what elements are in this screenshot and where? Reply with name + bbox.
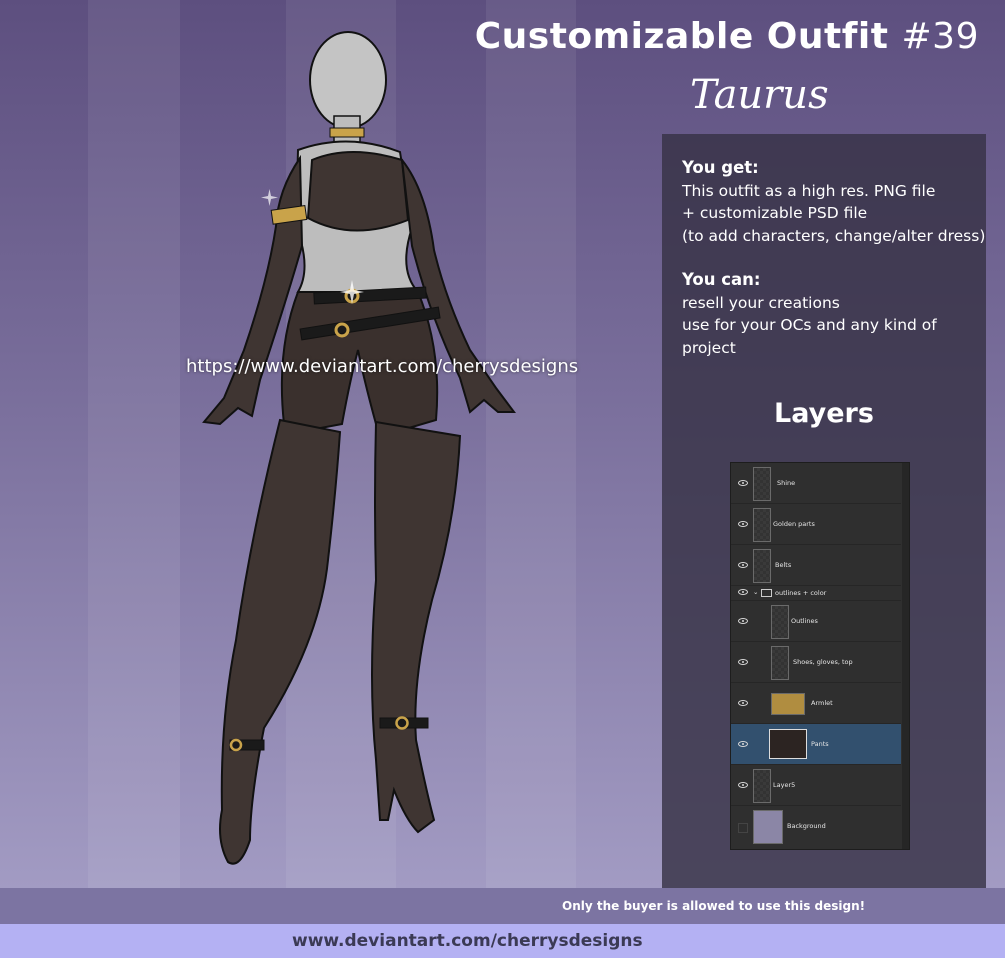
layer-row[interactable]: Golden parts bbox=[731, 504, 901, 545]
layer-row[interactable]: Belts bbox=[731, 545, 901, 586]
outfit-number: #39 bbox=[901, 16, 979, 57]
layer-name: Layer5 bbox=[773, 781, 796, 789]
layer-thumbnail bbox=[771, 646, 789, 680]
layer-name: Outlines bbox=[791, 617, 818, 625]
eye-icon[interactable] bbox=[738, 562, 748, 568]
you-get-line: + customizable PSD file bbox=[682, 204, 868, 222]
you-can-line: resell your creations bbox=[682, 293, 840, 312]
you-get-line: (to add characters, change/alter dress) bbox=[682, 226, 986, 245]
footer-url[interactable]: www.deviantart.com/cherrysdesigns bbox=[292, 931, 643, 951]
eye-icon[interactable] bbox=[738, 741, 748, 747]
you-get-line: This outfit as a high res. PNG file bbox=[682, 181, 936, 200]
footer-bar: www.deviantart.com/cherrysdesigns bbox=[0, 924, 1005, 958]
eye-icon[interactable] bbox=[738, 521, 748, 527]
info-text: You get: This outfit as a high res. PNG … bbox=[682, 157, 992, 359]
notice-text: Only the buyer is allowed to use this de… bbox=[562, 899, 866, 913]
layers-scrollbar[interactable] bbox=[902, 463, 909, 849]
layer-thumbnail bbox=[753, 467, 771, 501]
layer-name: Shine bbox=[777, 479, 796, 487]
layer-group-name: outlines + color bbox=[775, 589, 827, 597]
eye-icon[interactable] bbox=[738, 589, 748, 595]
layer-row-selected[interactable]: Pants bbox=[731, 724, 901, 765]
layer-thumbnail bbox=[753, 769, 771, 803]
layer-name: Belts bbox=[775, 561, 792, 569]
layers-heading: Layers bbox=[774, 398, 874, 429]
visibility-box[interactable] bbox=[738, 823, 748, 833]
layer-thumbnail bbox=[769, 729, 807, 759]
watermark-url: https://www.deviantart.com/cherrysdesign… bbox=[186, 356, 579, 377]
outfit-name: Taurus bbox=[690, 72, 829, 118]
layer-thumbnail bbox=[771, 693, 805, 715]
layer-name: Background bbox=[787, 822, 826, 830]
eye-icon[interactable] bbox=[738, 700, 748, 706]
layer-row[interactable]: Layer5 bbox=[731, 765, 901, 806]
background-stripe bbox=[88, 0, 180, 888]
you-can-line: use for your OCs and any kind of project bbox=[682, 316, 937, 357]
eye-icon[interactable] bbox=[738, 782, 748, 788]
layer-row[interactable]: Shoes, gloves, top bbox=[731, 642, 901, 683]
layer-name: Shoes, gloves, top bbox=[793, 658, 853, 666]
layers-panel: Shine Golden parts Belts ⌄ outlines + co… bbox=[730, 462, 910, 850]
folder-icon bbox=[761, 589, 772, 597]
layer-row[interactable]: Armlet bbox=[731, 683, 901, 724]
layer-row[interactable]: Background bbox=[731, 806, 901, 846]
notice-bar: Only the buyer is allowed to use this de… bbox=[0, 888, 1005, 924]
you-can-heading: You can: bbox=[682, 270, 761, 289]
layer-row[interactable]: Outlines bbox=[731, 601, 901, 642]
layer-name: Pants bbox=[811, 740, 829, 748]
page-title: Customizable Outfit #39 bbox=[474, 16, 979, 57]
you-get-heading: You get: bbox=[682, 158, 759, 177]
eye-icon[interactable] bbox=[738, 480, 748, 486]
layer-thumbnail bbox=[771, 605, 789, 639]
layer-thumbnail bbox=[753, 549, 771, 583]
eye-icon[interactable] bbox=[738, 659, 748, 665]
layer-name: Armlet bbox=[811, 699, 833, 707]
chevron-down-icon[interactable]: ⌄ bbox=[753, 588, 758, 596]
eye-icon[interactable] bbox=[738, 618, 748, 624]
layer-thumbnail bbox=[753, 810, 783, 844]
outfit-illustration bbox=[202, 31, 516, 865]
layer-name: Golden parts bbox=[773, 520, 815, 528]
layer-row[interactable]: Shine bbox=[731, 463, 901, 504]
layer-thumbnail bbox=[753, 508, 771, 542]
layer-group-row[interactable]: ⌄ outlines + color bbox=[731, 586, 901, 601]
